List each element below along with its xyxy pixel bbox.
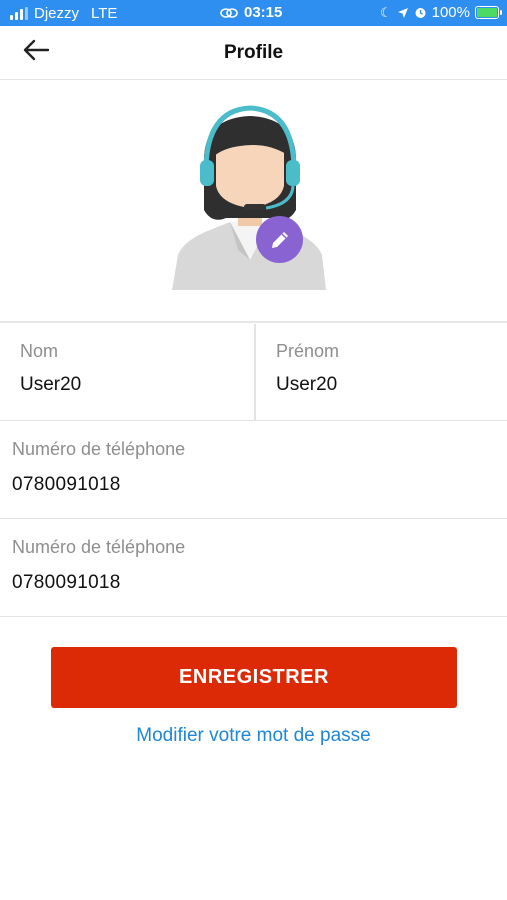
prenom-field[interactable]: Prénom User20: [254, 324, 507, 421]
battery-percent: 100%: [431, 4, 470, 21]
nom-value[interactable]: User20: [20, 374, 81, 396]
carrier-name: Djezzy: [34, 5, 80, 22]
change-password-link[interactable]: Modifier votre mot de passe: [0, 725, 507, 747]
prenom-label: Prénom: [276, 341, 340, 361]
phone-field-2[interactable]: Numéro de téléphone 0780091018: [0, 519, 507, 617]
location-arrow-icon: [397, 7, 408, 18]
nom-label: Nom: [20, 341, 59, 361]
phone-label-2: Numéro de téléphone: [12, 537, 186, 557]
status-center: 03:15: [220, 4, 282, 21]
name-row: Nom User20 Prénom User20: [0, 324, 507, 421]
nom-field[interactable]: Nom User20: [0, 324, 254, 421]
alarm-icon: [415, 8, 426, 18]
link-icon: [220, 7, 238, 18]
battery-icon: [475, 6, 502, 19]
save-button[interactable]: ENREGISTRER: [51, 647, 457, 708]
support-agent-avatar: [172, 105, 326, 290]
moon-icon: ☾: [379, 4, 392, 20]
prenom-value[interactable]: User20: [276, 374, 337, 396]
status-right: ☾ 100%: [379, 4, 502, 21]
signal-icon: [10, 7, 28, 20]
avatar-section: [0, 80, 507, 323]
status-left: Djezzy LTE: [10, 5, 117, 22]
phone-value-1[interactable]: 0780091018: [12, 474, 121, 496]
phone-label-1: Numéro de téléphone: [12, 439, 186, 459]
app-header: Profile: [0, 26, 507, 80]
edit-avatar-button[interactable]: [256, 216, 303, 263]
phone-field-1[interactable]: Numéro de téléphone 0780091018: [0, 421, 507, 519]
pencil-icon: [271, 231, 288, 248]
page-title: Profile: [223, 42, 284, 63]
network-type: LTE: [91, 5, 118, 22]
status-bar: Djezzy LTE 03:15 ☾ 100%: [0, 0, 507, 26]
status-time: 03:15: [244, 4, 283, 21]
phone-value-2[interactable]: 0780091018: [12, 572, 121, 594]
